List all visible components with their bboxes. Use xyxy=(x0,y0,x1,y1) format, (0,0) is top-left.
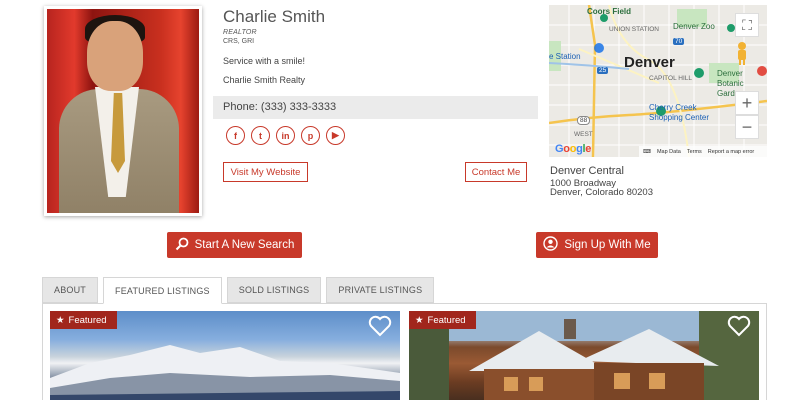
map-highway-88: 88 xyxy=(577,116,591,125)
social-links: f t in p ▶ xyxy=(226,126,345,145)
fullscreen-icon[interactable]: ⛶ xyxy=(735,13,759,37)
listing-card[interactable]: ★ Featured xyxy=(409,311,759,400)
map-label-capitol: CAPITOL HILL xyxy=(649,75,692,82)
favorite-heart-icon[interactable] xyxy=(727,315,751,337)
office-address-line2: Denver, Colorado 80203 xyxy=(550,187,653,198)
report-map-error-link[interactable]: Report a map error xyxy=(708,149,754,155)
sign-up-label: Sign Up With Me xyxy=(564,239,651,251)
tab-private-listings[interactable]: PRIVATE LISTINGS xyxy=(326,277,435,303)
map-label-station: e Station xyxy=(549,52,581,61)
listing-photo xyxy=(50,345,400,400)
map-data-link[interactable]: Map Data xyxy=(657,149,681,155)
map-label-coors: Coors Field xyxy=(587,7,632,16)
pinterest-icon[interactable]: p xyxy=(301,126,320,145)
featured-badge: ★ Featured xyxy=(50,311,117,329)
agent-certifications: CRS, GRI xyxy=(223,38,255,45)
contact-me-button[interactable]: Contact Me xyxy=(465,162,527,182)
agent-title: REALTOR xyxy=(223,29,257,36)
star-icon: ★ xyxy=(415,314,424,326)
zoom-out-button[interactable]: − xyxy=(735,115,759,139)
favorite-heart-icon[interactable] xyxy=(368,315,392,337)
phone-bar: Phone: (333) 333-3333 xyxy=(213,96,538,119)
linkedin-icon[interactable]: in xyxy=(276,126,295,145)
zoom-in-button[interactable]: + xyxy=(735,91,759,115)
tab-sold-listings[interactable]: SOLD LISTINGS xyxy=(226,277,322,303)
user-icon xyxy=(543,236,559,254)
sign-up-button[interactable]: Sign Up With Me xyxy=(536,232,658,258)
search-icon xyxy=(175,237,189,254)
start-new-search-button[interactable]: Start A New Search xyxy=(167,232,302,258)
map-city-label: Denver xyxy=(624,54,675,71)
map-label-cherry: Cherry Creek Shopping Center xyxy=(649,103,710,122)
office-name: Denver Central xyxy=(550,165,624,177)
agent-photo xyxy=(44,6,202,216)
phone-number[interactable]: Phone: (333) 333-3333 xyxy=(223,101,336,113)
google-logo: Google xyxy=(555,143,592,155)
office-map[interactable]: Coors Field UNION STATION Denver Zoo e S… xyxy=(549,5,767,157)
star-icon: ★ xyxy=(56,314,65,326)
featured-badge: ★ Featured xyxy=(409,311,476,329)
map-footer: ⌨ Map Data Terms Report a map error xyxy=(639,146,767,157)
agent-name: Charlie Smith xyxy=(223,7,326,26)
featured-badge-label: Featured xyxy=(68,314,107,326)
street-view-pegman-icon[interactable] xyxy=(735,41,759,67)
listing-card[interactable]: ★ Featured xyxy=(50,311,400,400)
agent-tagline: Service with a smile! xyxy=(223,56,306,66)
agent-company: Charlie Smith Realty xyxy=(223,75,306,85)
start-new-search-label: Start A New Search xyxy=(194,239,295,251)
tab-about[interactable]: ABOUT xyxy=(42,277,99,303)
map-highway-70: 70 xyxy=(673,38,685,45)
map-label-zoo: Denver Zoo xyxy=(673,22,715,31)
map-label-union: UNION STATION xyxy=(609,26,659,33)
map-terms-link[interactable]: Terms xyxy=(687,149,702,155)
map-label-west: WEST xyxy=(574,131,593,138)
map-highway-25: 25 xyxy=(597,67,609,74)
keyboard-icon[interactable]: ⌨ xyxy=(643,149,651,155)
youtube-icon[interactable]: ▶ xyxy=(326,126,345,145)
facebook-icon[interactable]: f xyxy=(226,126,245,145)
twitter-icon[interactable]: t xyxy=(251,126,270,145)
listing-tabs: ABOUT FEATURED LISTINGS SOLD LISTINGS PR… xyxy=(42,277,435,304)
featured-badge-label: Featured xyxy=(427,314,466,326)
tab-featured-listings[interactable]: FEATURED LISTINGS xyxy=(103,277,222,304)
visit-website-button[interactable]: Visit My Website xyxy=(223,162,308,182)
